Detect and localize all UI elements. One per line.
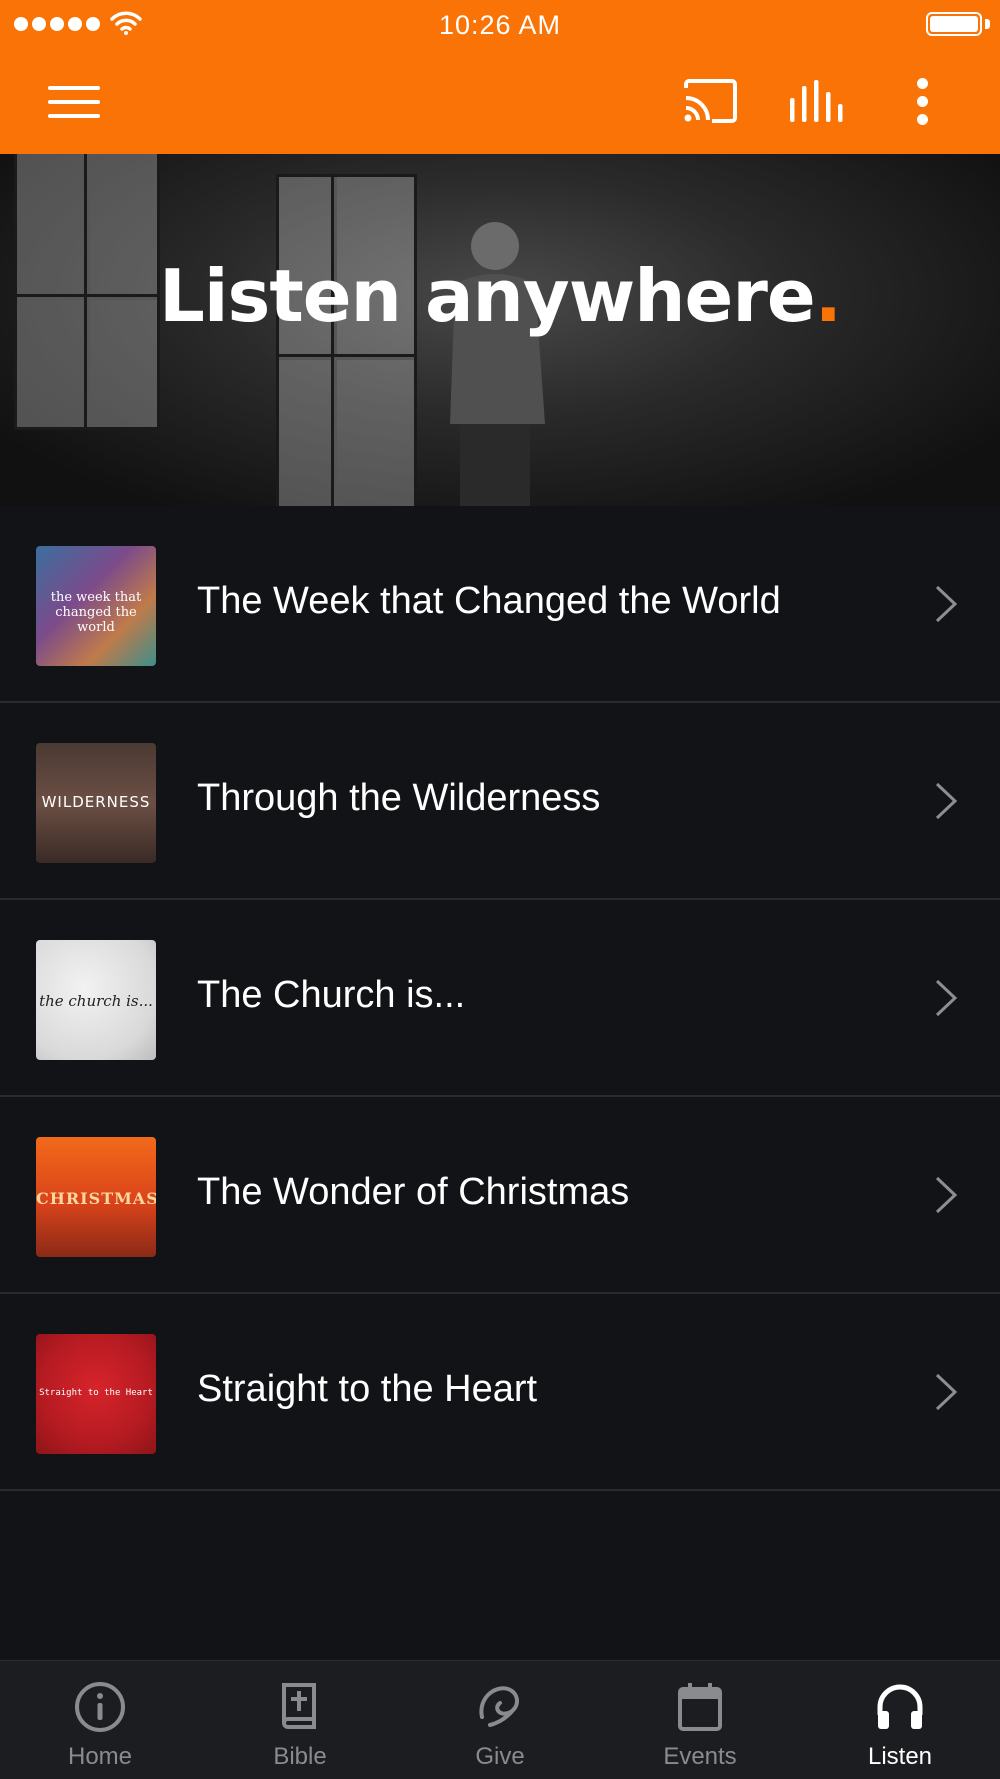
tab-listen[interactable]: Listen <box>800 1661 1000 1779</box>
series-thumbnail: CHRISTMAS <box>36 1137 156 1257</box>
chevron-right-icon <box>935 979 958 1017</box>
chevron-right-icon <box>935 782 958 820</box>
battery-icon <box>926 12 982 36</box>
list-item[interactable]: the church is... The Church is... <box>0 900 1000 1097</box>
tab-events[interactable]: Events <box>600 1661 800 1779</box>
series-thumbnail: Straight to the Heart <box>36 1334 156 1454</box>
tab-bible[interactable]: Bible <box>200 1661 400 1779</box>
list-item[interactable]: WILDERNESS Through the Wilderness <box>0 703 1000 900</box>
headphones-icon <box>877 1684 923 1729</box>
series-title: The Wonder of Christmas <box>197 1171 630 1213</box>
status-bar: 10:26 AM <box>0 0 1000 50</box>
series-title: Through the Wilderness <box>197 777 601 819</box>
list-item[interactable]: Straight to the Heart Straight to the He… <box>0 1294 1000 1491</box>
equalizer-icon[interactable] <box>788 78 846 124</box>
list-item[interactable]: the week that changed the world The Week… <box>0 506 1000 703</box>
more-options-icon[interactable] <box>908 76 938 128</box>
tab-home[interactable]: Home <box>0 1661 200 1779</box>
chevron-right-icon <box>935 585 958 623</box>
series-list: the week that changed the world The Week… <box>0 506 1000 1491</box>
info-icon <box>75 1682 125 1732</box>
chevron-right-icon <box>935 1176 958 1214</box>
tab-bar: Home Bible Give Events Listen <box>0 1660 1000 1779</box>
series-thumbnail: the church is... <box>36 940 156 1060</box>
series-thumbnail: the week that changed the world <box>36 546 156 666</box>
series-thumbnail: WILDERNESS <box>36 743 156 863</box>
series-title: Straight to the Heart <box>197 1368 538 1410</box>
series-title: The Week that Changed the World <box>197 580 781 622</box>
cast-icon[interactable] <box>682 78 738 124</box>
hero-banner: Listen anywhere. <box>0 154 1000 506</box>
tab-give[interactable]: Give <box>400 1661 600 1779</box>
give-icon <box>479 1686 519 1727</box>
list-item[interactable]: CHRISTMAS The Wonder of Christmas <box>0 1097 1000 1294</box>
series-title: The Church is... <box>197 974 466 1016</box>
calendar-icon <box>678 1683 722 1731</box>
hero-title: Listen anywhere. <box>158 254 842 338</box>
menu-icon[interactable] <box>44 80 104 124</box>
chevron-right-icon <box>935 1373 958 1411</box>
app-bar <box>0 50 1000 154</box>
speaker-photo <box>450 222 545 506</box>
status-time: 10:26 AM <box>438 10 562 40</box>
bible-icon <box>282 1683 316 1729</box>
